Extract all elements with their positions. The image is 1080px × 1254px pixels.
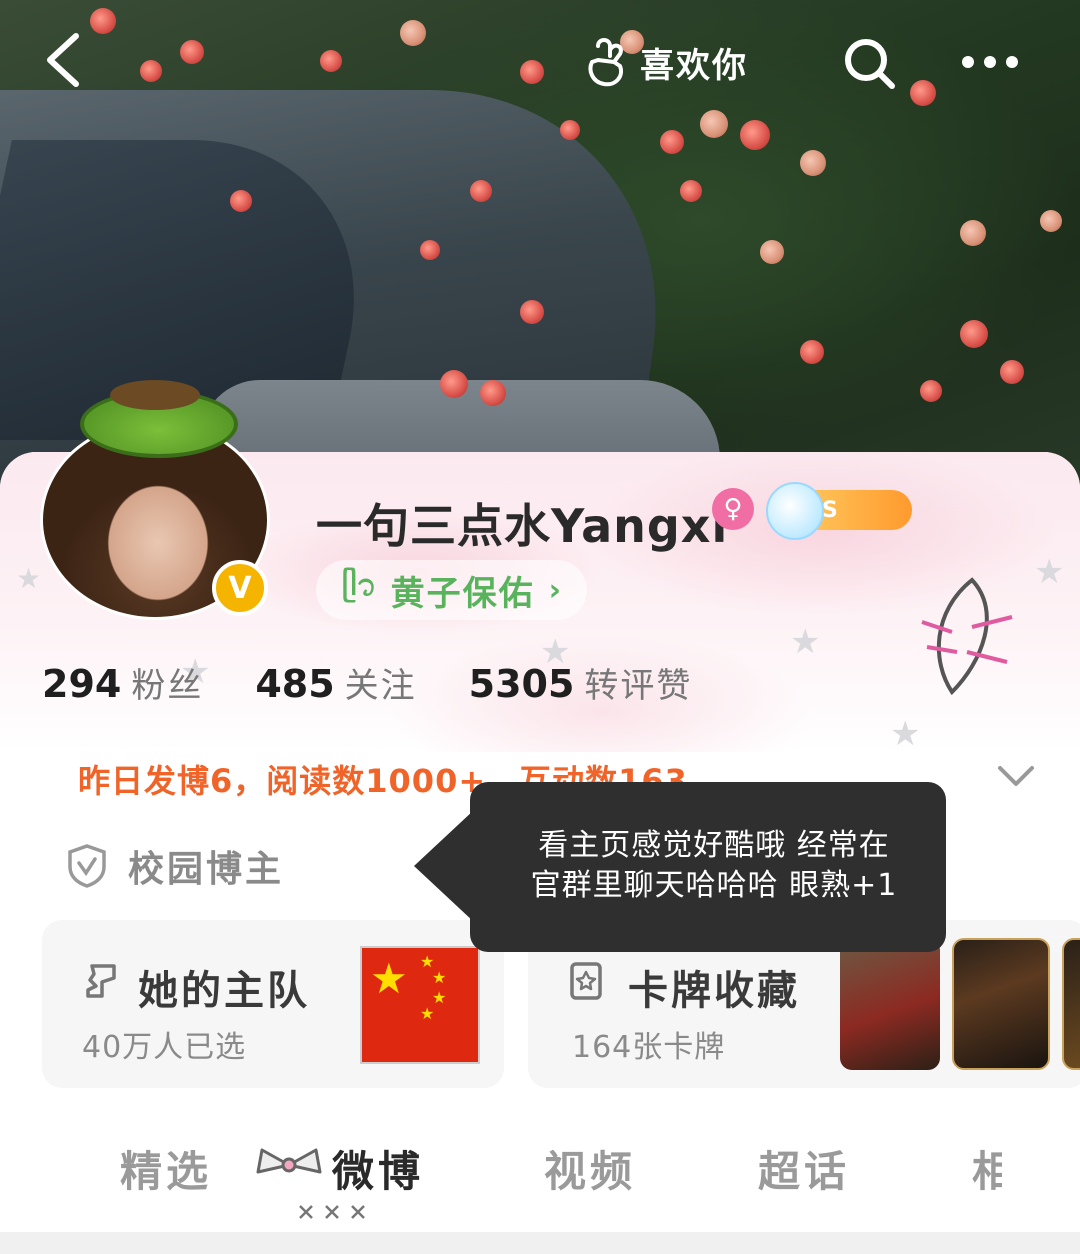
star-decoration-icon: ★ (890, 714, 921, 754)
followers-label: 粉丝 (131, 666, 204, 706)
tab-super-topic[interactable]: 超话 (758, 1138, 850, 1199)
custom-tag-label: 黄子保佑 (390, 573, 535, 614)
star-decoration-icon: ★ (1034, 552, 1065, 592)
star-decoration-icon: ★ (790, 622, 821, 662)
comment-tooltip: 看主页感觉好酷哦 经常在 官群里聊天哈哈哈 眼熟+1 (470, 782, 946, 952)
more-dots-icon (962, 56, 1018, 68)
followers-stat[interactable]: 294 粉丝 (42, 658, 203, 707)
home-team-subtitle: 40万人已选 (82, 1030, 247, 1065)
member-level-text: S (822, 497, 838, 523)
profile-stats: 294 粉丝 485 关注 5305 转评赞 (42, 658, 692, 707)
chevron-down-icon (998, 766, 1034, 786)
content-divider (0, 1232, 1080, 1254)
username: 一句三点水Yangxi (316, 499, 729, 553)
china-flag-icon: ★ ★ ★ ★ ★ (360, 946, 480, 1064)
collected-card-thumbnail[interactable] (952, 938, 1050, 1070)
top-bar: 喜欢你 (0, 0, 1080, 120)
member-mascot-icon (766, 482, 824, 540)
star-decoration-icon: ★ (16, 562, 42, 595)
custom-tag-button[interactable]: ᥫ᭡ 黄子保佑 › (316, 560, 588, 620)
home-team-title: 她的主队 (138, 968, 310, 1014)
followers-count: 294 (42, 662, 122, 706)
back-button[interactable] (38, 30, 98, 90)
like-you-button[interactable]: 喜欢你 (584, 36, 748, 88)
campus-blogger-label: 校园博主 (128, 849, 285, 890)
active-tab-indicator (299, 1205, 365, 1219)
tooltip-line: 看主页感觉好酷哦 经常在 (538, 828, 890, 863)
search-button[interactable] (842, 36, 898, 92)
collected-card-thumbnail[interactable] (840, 938, 940, 1070)
card-collection-icon (570, 962, 602, 1000)
following-label: 关注 (344, 666, 417, 706)
interactions-stat[interactable]: 5305 转评赞 (469, 658, 693, 707)
like-you-label: 喜欢你 (640, 45, 748, 86)
verified-badge-icon: V (212, 560, 268, 616)
leaf-doodle-icon (921, 577, 1013, 696)
finger-heart-icon (588, 38, 623, 87)
profile-tabs: 精选 微博 视频 超话 相 (0, 1124, 1080, 1214)
tab-video[interactable]: 视频 (544, 1138, 636, 1199)
search-icon (845, 39, 895, 89)
chevron-right-icon: › (548, 572, 562, 608)
tooltip-arrow (414, 810, 474, 922)
campus-blogger-badge[interactable]: 校园博主 (66, 840, 284, 892)
collected-card-thumbnail[interactable] (1062, 938, 1080, 1070)
team-icon (86, 964, 116, 998)
avatar[interactable]: V (40, 380, 270, 620)
shield-check-icon (68, 844, 106, 888)
card-collection-title: 卡牌收藏 (628, 968, 800, 1014)
chevron-left-icon (47, 33, 79, 87)
following-stat[interactable]: 485 关注 (255, 658, 416, 707)
female-gender-icon: ♀ (712, 488, 754, 530)
tab-featured[interactable]: 精选 (120, 1138, 212, 1199)
interactions-label: 转评赞 (584, 666, 693, 706)
expand-button[interactable] (994, 758, 1038, 794)
card-collection-subtitle: 164张卡牌 (572, 1030, 726, 1065)
more-options-button[interactable] (948, 40, 1028, 84)
avatar-frame-hat-top (110, 380, 200, 410)
home-team-card[interactable]: 她的主队 40万人已选 ★ ★ ★ ★ ★ (42, 920, 504, 1088)
tag-icon: ᥫ᭡ (342, 568, 377, 603)
following-count: 485 (255, 662, 335, 706)
tooltip-line: 官群里聊天哈哈哈 眼熟+1 (530, 868, 898, 903)
tab-weibo[interactable]: 微博 (332, 1138, 424, 1199)
bow-decoration-icon (256, 1148, 322, 1174)
interactions-count: 5305 (468, 662, 575, 706)
tab-album[interactable]: 相 (972, 1138, 1002, 1199)
